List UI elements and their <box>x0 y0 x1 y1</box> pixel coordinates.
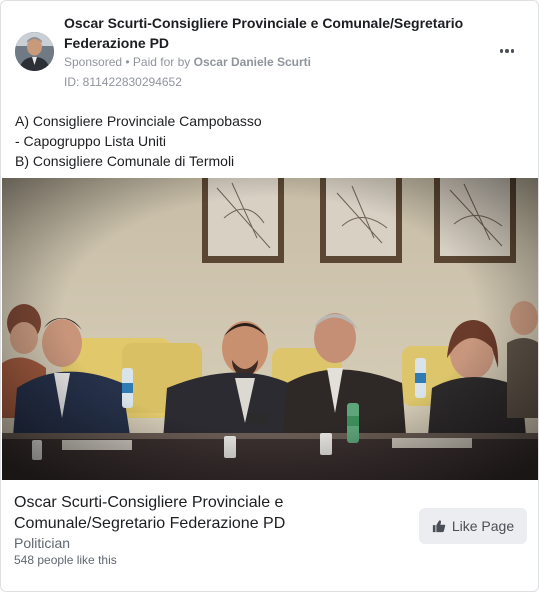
page-name-link[interactable]: Oscar Scurti-Consigliere Provinciale e C… <box>64 13 464 53</box>
thumbs-up-icon <box>432 520 446 533</box>
like-page-label: Like Page <box>451 518 515 534</box>
ad-id: ID: 811422830294652 <box>64 75 182 89</box>
body-line: B) Consigliere Comunale di Termoli <box>15 153 235 169</box>
page-like-count: 548 people like this <box>14 553 117 567</box>
body-line: - Capogruppo Lista Uniti <box>15 133 166 149</box>
sponsored-label: Sponsored <box>64 55 123 69</box>
paid-for-prefix: Paid for by <box>132 55 194 69</box>
sponsored-line: Sponsored • Paid for by Oscar Daniele Sc… <box>64 54 311 70</box>
post-header: Oscar Scurti-Consigliere Provinciale e C… <box>1 1 538 101</box>
post-photo[interactable] <box>2 178 538 480</box>
body-line: A) Consigliere Provinciale Campobasso <box>15 113 262 129</box>
ad-card: Oscar Scurti-Consigliere Provinciale e C… <box>0 0 539 592</box>
page-category: Politician <box>14 535 71 551</box>
separator-dot: • <box>122 55 133 69</box>
more-options-icon[interactable] <box>495 41 519 61</box>
footer-page-name[interactable]: Oscar Scurti-Consigliere Provinciale e C… <box>14 492 344 534</box>
page-avatar[interactable] <box>15 32 54 71</box>
page-footer: Oscar Scurti-Consigliere Provinciale e C… <box>1 480 538 591</box>
like-page-button[interactable]: Like Page <box>419 508 527 544</box>
avatar-portrait <box>15 32 54 71</box>
post-body: A) Consigliere Provinciale Campobasso - … <box>15 111 525 171</box>
council-meeting-photo <box>2 178 538 480</box>
paid-for-name: Oscar Daniele Scurti <box>193 55 312 69</box>
